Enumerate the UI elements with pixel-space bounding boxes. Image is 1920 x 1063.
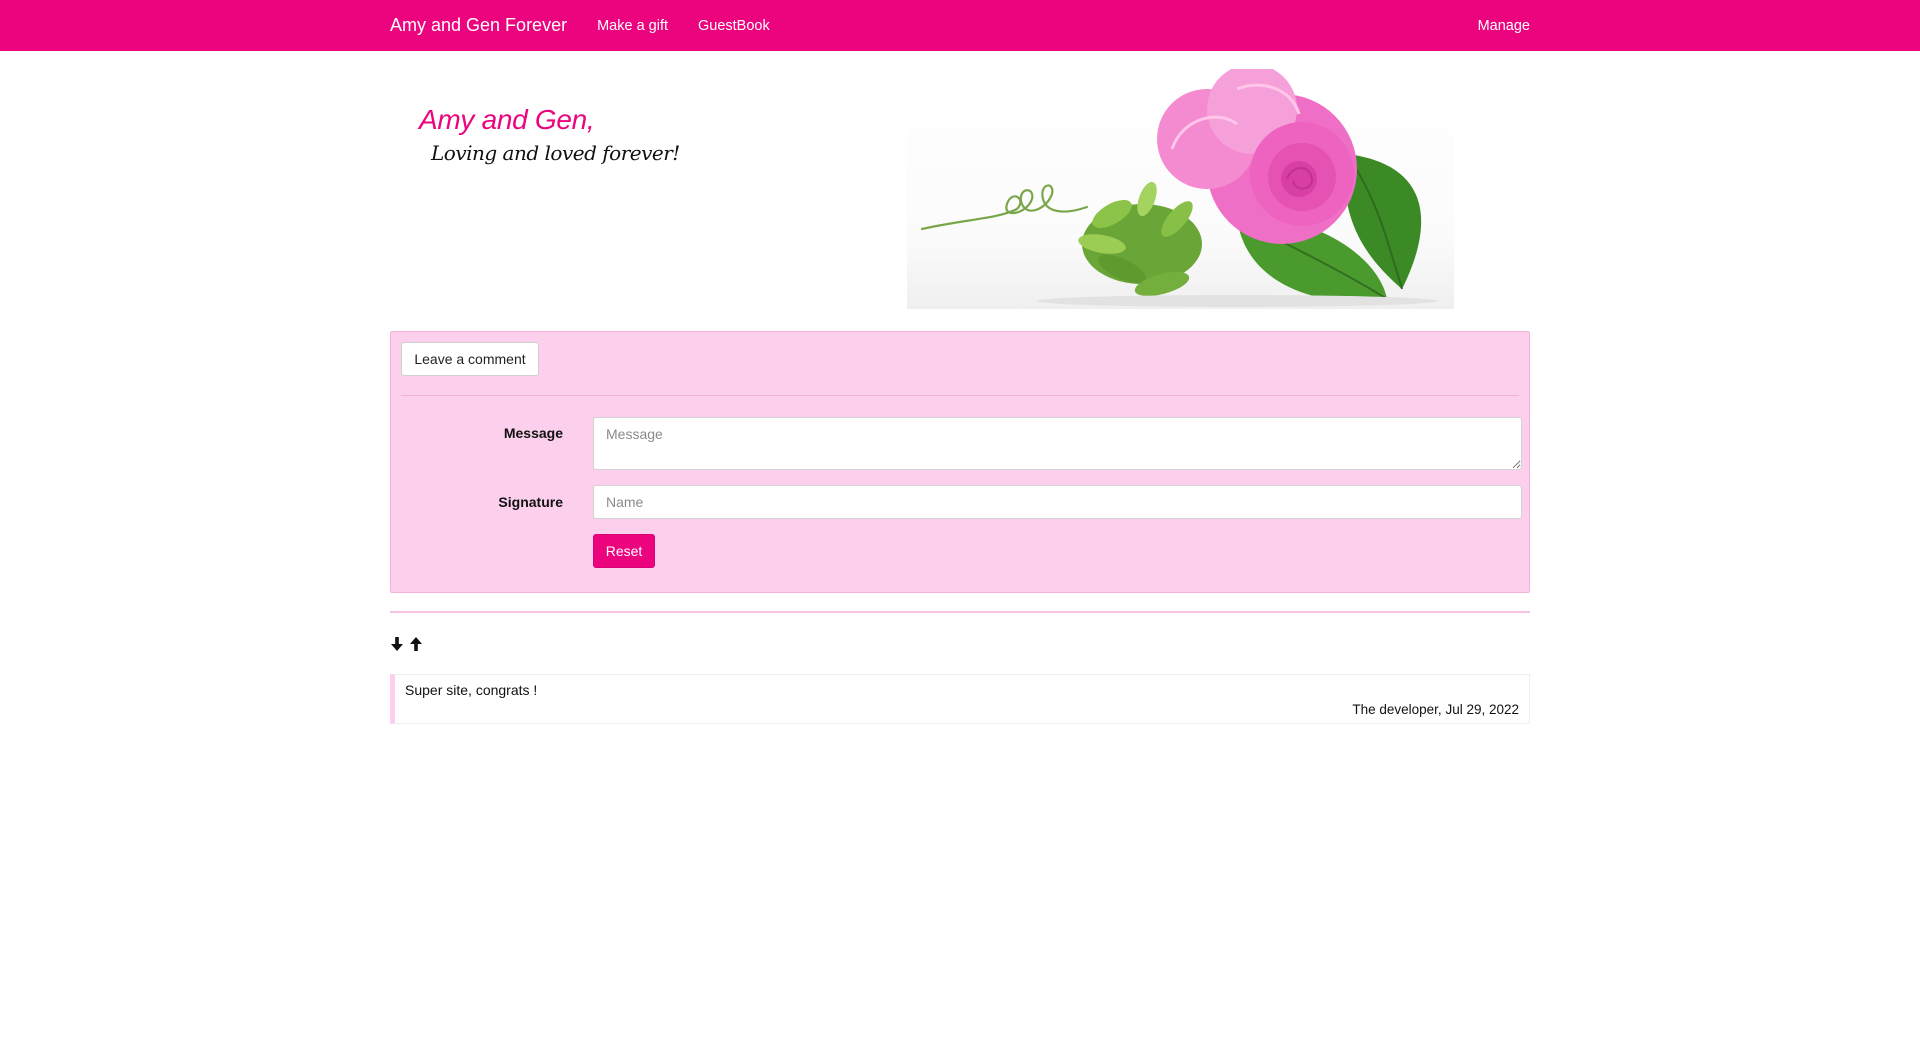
navbar-inner: Amy and Gen Forever Make a gift GuestBoo… xyxy=(390,0,1530,51)
arrow-down-icon[interactable] xyxy=(390,636,404,652)
message-input[interactable] xyxy=(593,417,1522,470)
signature-input[interactable] xyxy=(593,485,1522,519)
comment-entry: Super site, congrats ! The developer, Ju… xyxy=(390,674,1530,724)
sort-controls xyxy=(390,634,428,654)
panel-divider xyxy=(401,395,1519,396)
comment-meta: The developer, Jul 29, 2022 xyxy=(1352,702,1519,717)
brand-link[interactable]: Amy and Gen Forever xyxy=(390,15,567,36)
message-label: Message xyxy=(503,425,563,441)
nav-link-guestbook[interactable]: GuestBook xyxy=(698,18,770,34)
pink-rose-image xyxy=(907,64,1454,309)
section-divider xyxy=(390,611,1530,613)
comment-form-panel: Leave a comment Message Signature Reset xyxy=(390,331,1530,593)
arrow-up-icon[interactable] xyxy=(409,636,423,652)
rose-illustration xyxy=(920,64,1437,307)
page-header: Amy and Gen, Loving and loved forever! xyxy=(390,51,1530,321)
signature-label: Signature xyxy=(498,494,563,510)
hero-title: Amy and Gen, xyxy=(419,104,595,135)
comment-text: Super site, congrats ! xyxy=(405,682,538,698)
reset-button[interactable]: Reset xyxy=(593,534,655,568)
hero-subtitle: Loving and loved forever! xyxy=(431,141,680,165)
nav-link-manage[interactable]: Manage xyxy=(1478,18,1530,34)
nav-link-make-a-gift[interactable]: Make a gift xyxy=(597,18,668,34)
leave-comment-button[interactable]: Leave a comment xyxy=(401,342,539,376)
top-navbar: Amy and Gen Forever Make a gift GuestBoo… xyxy=(0,0,1920,51)
